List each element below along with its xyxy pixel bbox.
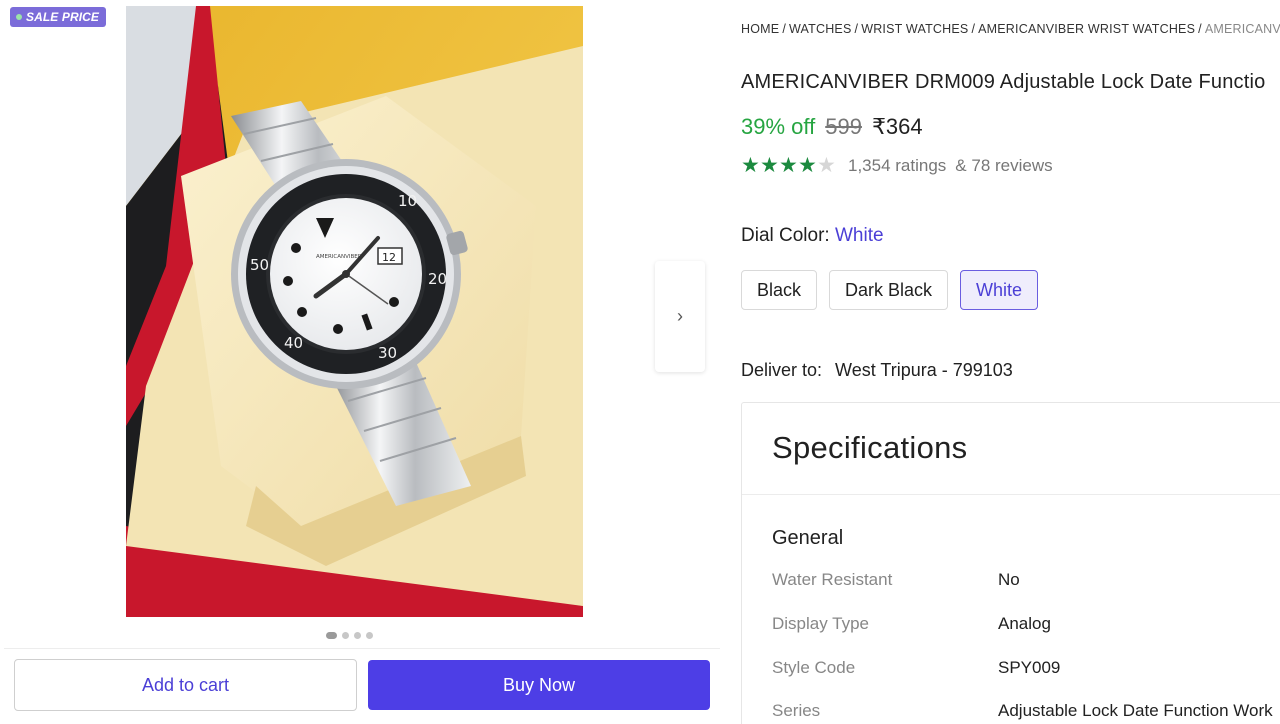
spec-key: Series bbox=[772, 701, 821, 720]
dial-color-options: Black Dark Black White bbox=[741, 270, 1039, 310]
star-empty-icon: ★ bbox=[817, 154, 836, 177]
bezel-number: 40 bbox=[284, 334, 303, 352]
spec-key: Style Code bbox=[772, 658, 856, 677]
spec-value: No bbox=[998, 570, 1020, 589]
breadcrumb-watches[interactable]: WATCHES bbox=[789, 22, 852, 36]
specifications-heading: Specifications bbox=[772, 430, 968, 465]
ratings-count: 1,354 ratings bbox=[848, 155, 947, 175]
delivery-pincode: West Tripura - 799103 bbox=[835, 360, 1013, 380]
carousel-dot[interactable] bbox=[342, 632, 349, 639]
spec-row: Display Type Analog bbox=[772, 614, 1051, 634]
bezel-number: 20 bbox=[428, 270, 447, 288]
star-icon: ★ bbox=[741, 154, 760, 177]
star-icon: ★ bbox=[779, 154, 798, 177]
spec-row: Style Code SPY009 bbox=[772, 658, 1060, 678]
watch-photo: 10 20 30 40 50 12 AMERICANVIBER bbox=[126, 6, 583, 617]
deliver-to-label: Deliver to: bbox=[741, 360, 823, 380]
carousel-dot[interactable] bbox=[326, 632, 337, 639]
spec-row: Series Adjustable Lock Date Function Wor… bbox=[772, 701, 1273, 721]
bezel-number: 30 bbox=[378, 344, 397, 362]
breadcrumb-brand-watches[interactable]: AMERICANVIBER WRIST WATCHES bbox=[978, 22, 1195, 36]
bezel-number: 10 bbox=[398, 192, 417, 210]
color-option-dark-black[interactable]: Dark Black bbox=[829, 270, 949, 310]
color-option-black[interactable]: Black bbox=[741, 270, 818, 310]
delivery-location[interactable]: Deliver to: West Tripura - 799103 bbox=[741, 360, 1013, 381]
purchase-action-bar: Add to cart Buy Now bbox=[4, 648, 720, 720]
sale-price: ₹364 bbox=[871, 114, 923, 139]
rating-summary[interactable]: ★ ★ ★ ★ ★ 1,354 ratings & 78 reviews bbox=[741, 155, 1053, 176]
breadcrumb-wrist-watches[interactable]: WRIST WATCHES bbox=[861, 22, 968, 36]
add-to-cart-button[interactable]: Add to cart bbox=[14, 659, 357, 711]
buy-now-button[interactable]: Buy Now bbox=[368, 660, 710, 710]
color-option-white[interactable]: White bbox=[960, 270, 1039, 310]
breadcrumb: HOME / WATCHES / WRIST WATCHES / AMERICANVIBER… bbox=[741, 22, 1280, 36]
specifications-card: Specifications General Water Resistant N… bbox=[741, 402, 1280, 724]
discount-percent: 39% off bbox=[741, 114, 816, 139]
carousel-dot[interactable] bbox=[354, 632, 361, 639]
star-icon: ★ bbox=[760, 154, 779, 177]
image-carousel-dots bbox=[326, 632, 373, 639]
bezel-number: 50 bbox=[250, 256, 269, 274]
price-row: 39% off 599 ₹364 bbox=[741, 114, 923, 140]
dial-color-selected: White bbox=[834, 225, 884, 246]
breadcrumb-home[interactable]: HOME bbox=[741, 22, 779, 36]
next-image-button[interactable]: › bbox=[655, 261, 705, 372]
star-icon: ★ bbox=[798, 154, 817, 177]
chevron-right-icon: › bbox=[677, 306, 683, 326]
product-details: HOME / WATCHES / WRIST WATCHES / AMERICANVIBER… bbox=[741, 0, 1280, 724]
spec-value: Analog bbox=[998, 614, 1051, 633]
reviews-count: & 78 reviews bbox=[955, 155, 1053, 175]
product-image[interactable]: 10 20 30 40 50 12 AMERICANVIBER bbox=[126, 6, 583, 617]
product-gallery: 10 20 30 40 50 12 AMERICANVIBER SALE PRI… bbox=[0, 0, 720, 724]
product-title: AMERICANVIBER DRM009 Adjustable Lock Dat… bbox=[741, 71, 1266, 93]
divider bbox=[742, 494, 1280, 495]
original-price: 599 bbox=[825, 114, 862, 139]
spec-value: Adjustable Lock Date Function Work bbox=[998, 701, 1273, 720]
carousel-dot[interactable] bbox=[366, 632, 373, 639]
dial-color-label: Dial Color: White bbox=[741, 225, 884, 247]
breadcrumb-current: AMERICANV bbox=[1204, 22, 1280, 36]
dial-color-title: Dial Color: bbox=[741, 225, 830, 246]
spec-row: Water Resistant No bbox=[772, 570, 1020, 590]
sale-price-badge: SALE PRICE bbox=[10, 7, 107, 27]
star-rating: ★ ★ ★ ★ ★ bbox=[741, 155, 836, 176]
sale-price-label: SALE PRICE bbox=[26, 10, 100, 24]
dial-brand-text: AMERICANVIBER bbox=[316, 254, 362, 260]
spec-key: Display Type bbox=[772, 614, 870, 633]
spec-value: SPY009 bbox=[998, 658, 1061, 677]
date-window: 12 bbox=[382, 251, 396, 264]
spec-key: Water Resistant bbox=[772, 570, 893, 589]
badge-dot-icon bbox=[16, 14, 22, 20]
spec-group-title: General bbox=[772, 527, 844, 549]
